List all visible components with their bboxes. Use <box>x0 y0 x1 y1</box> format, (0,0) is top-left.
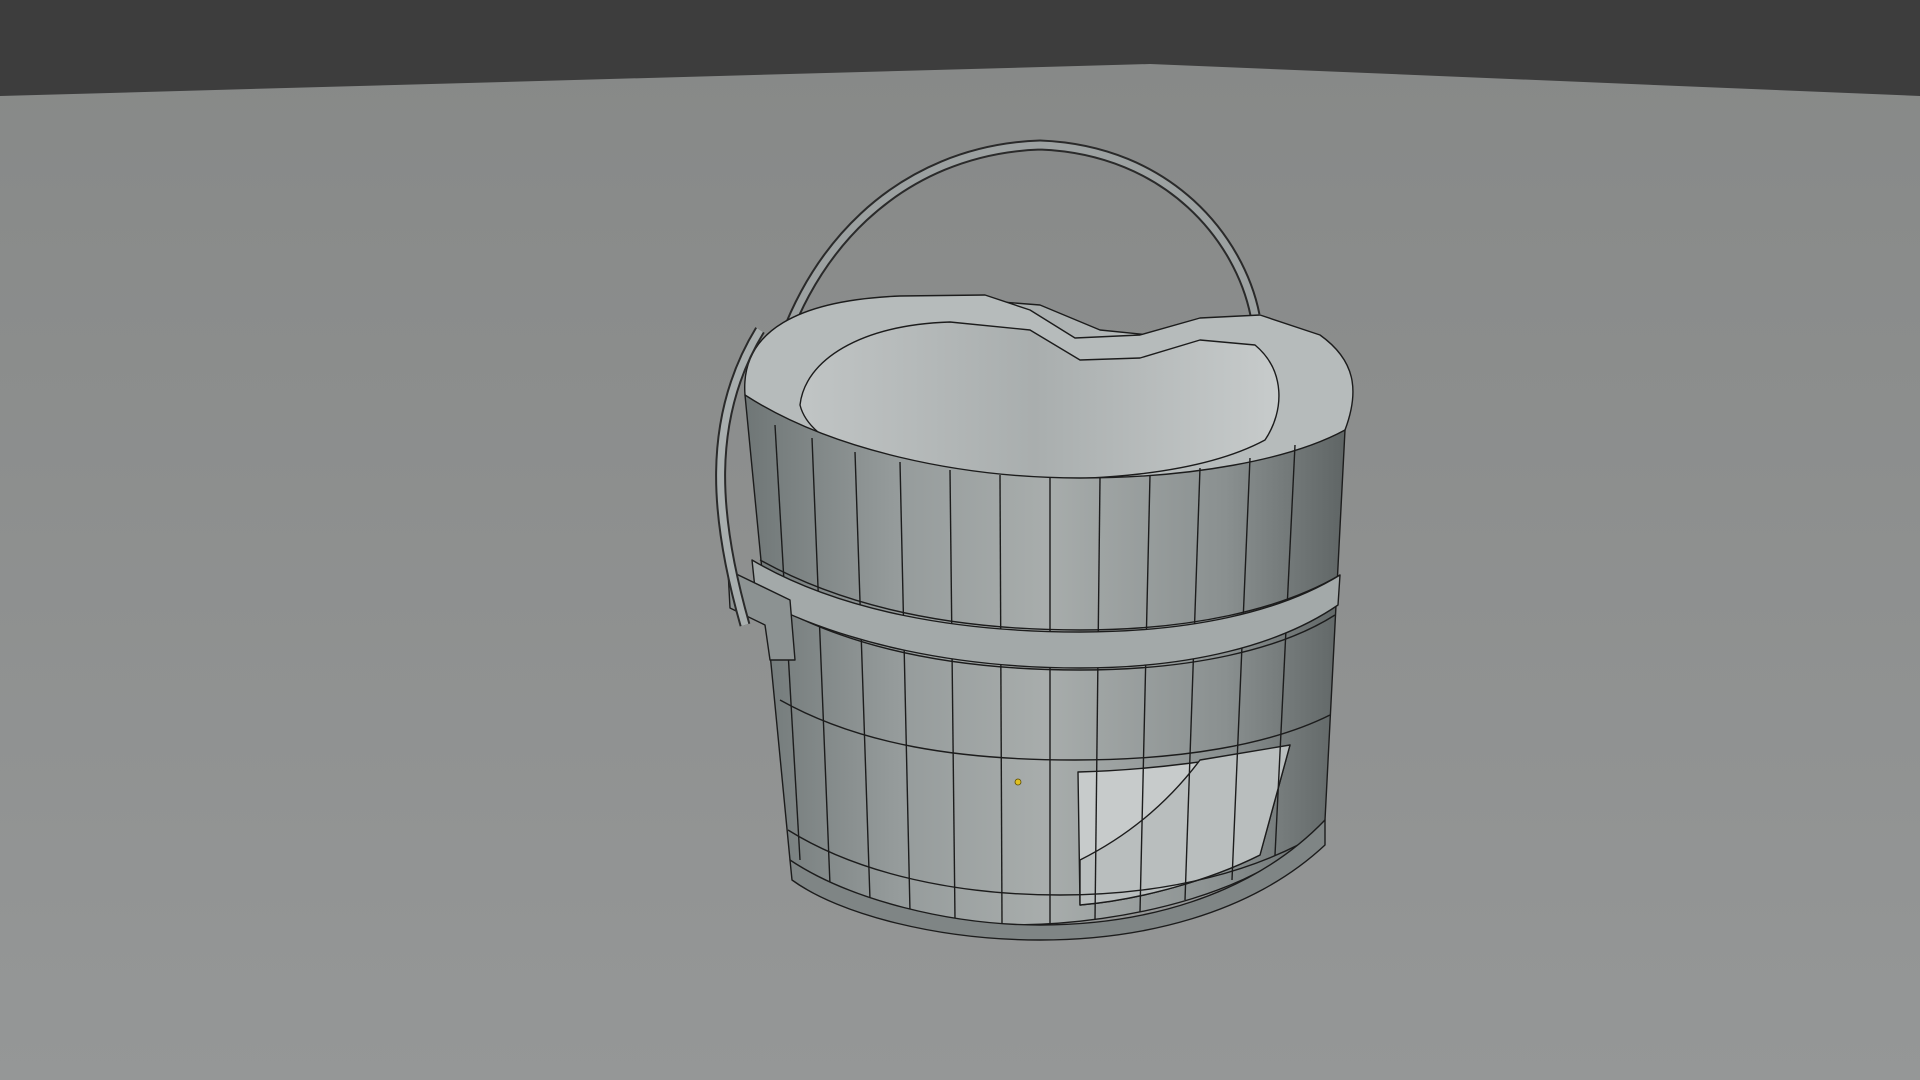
origin-marker <box>1014 778 1022 786</box>
3d-viewport[interactable] <box>0 0 1920 1080</box>
